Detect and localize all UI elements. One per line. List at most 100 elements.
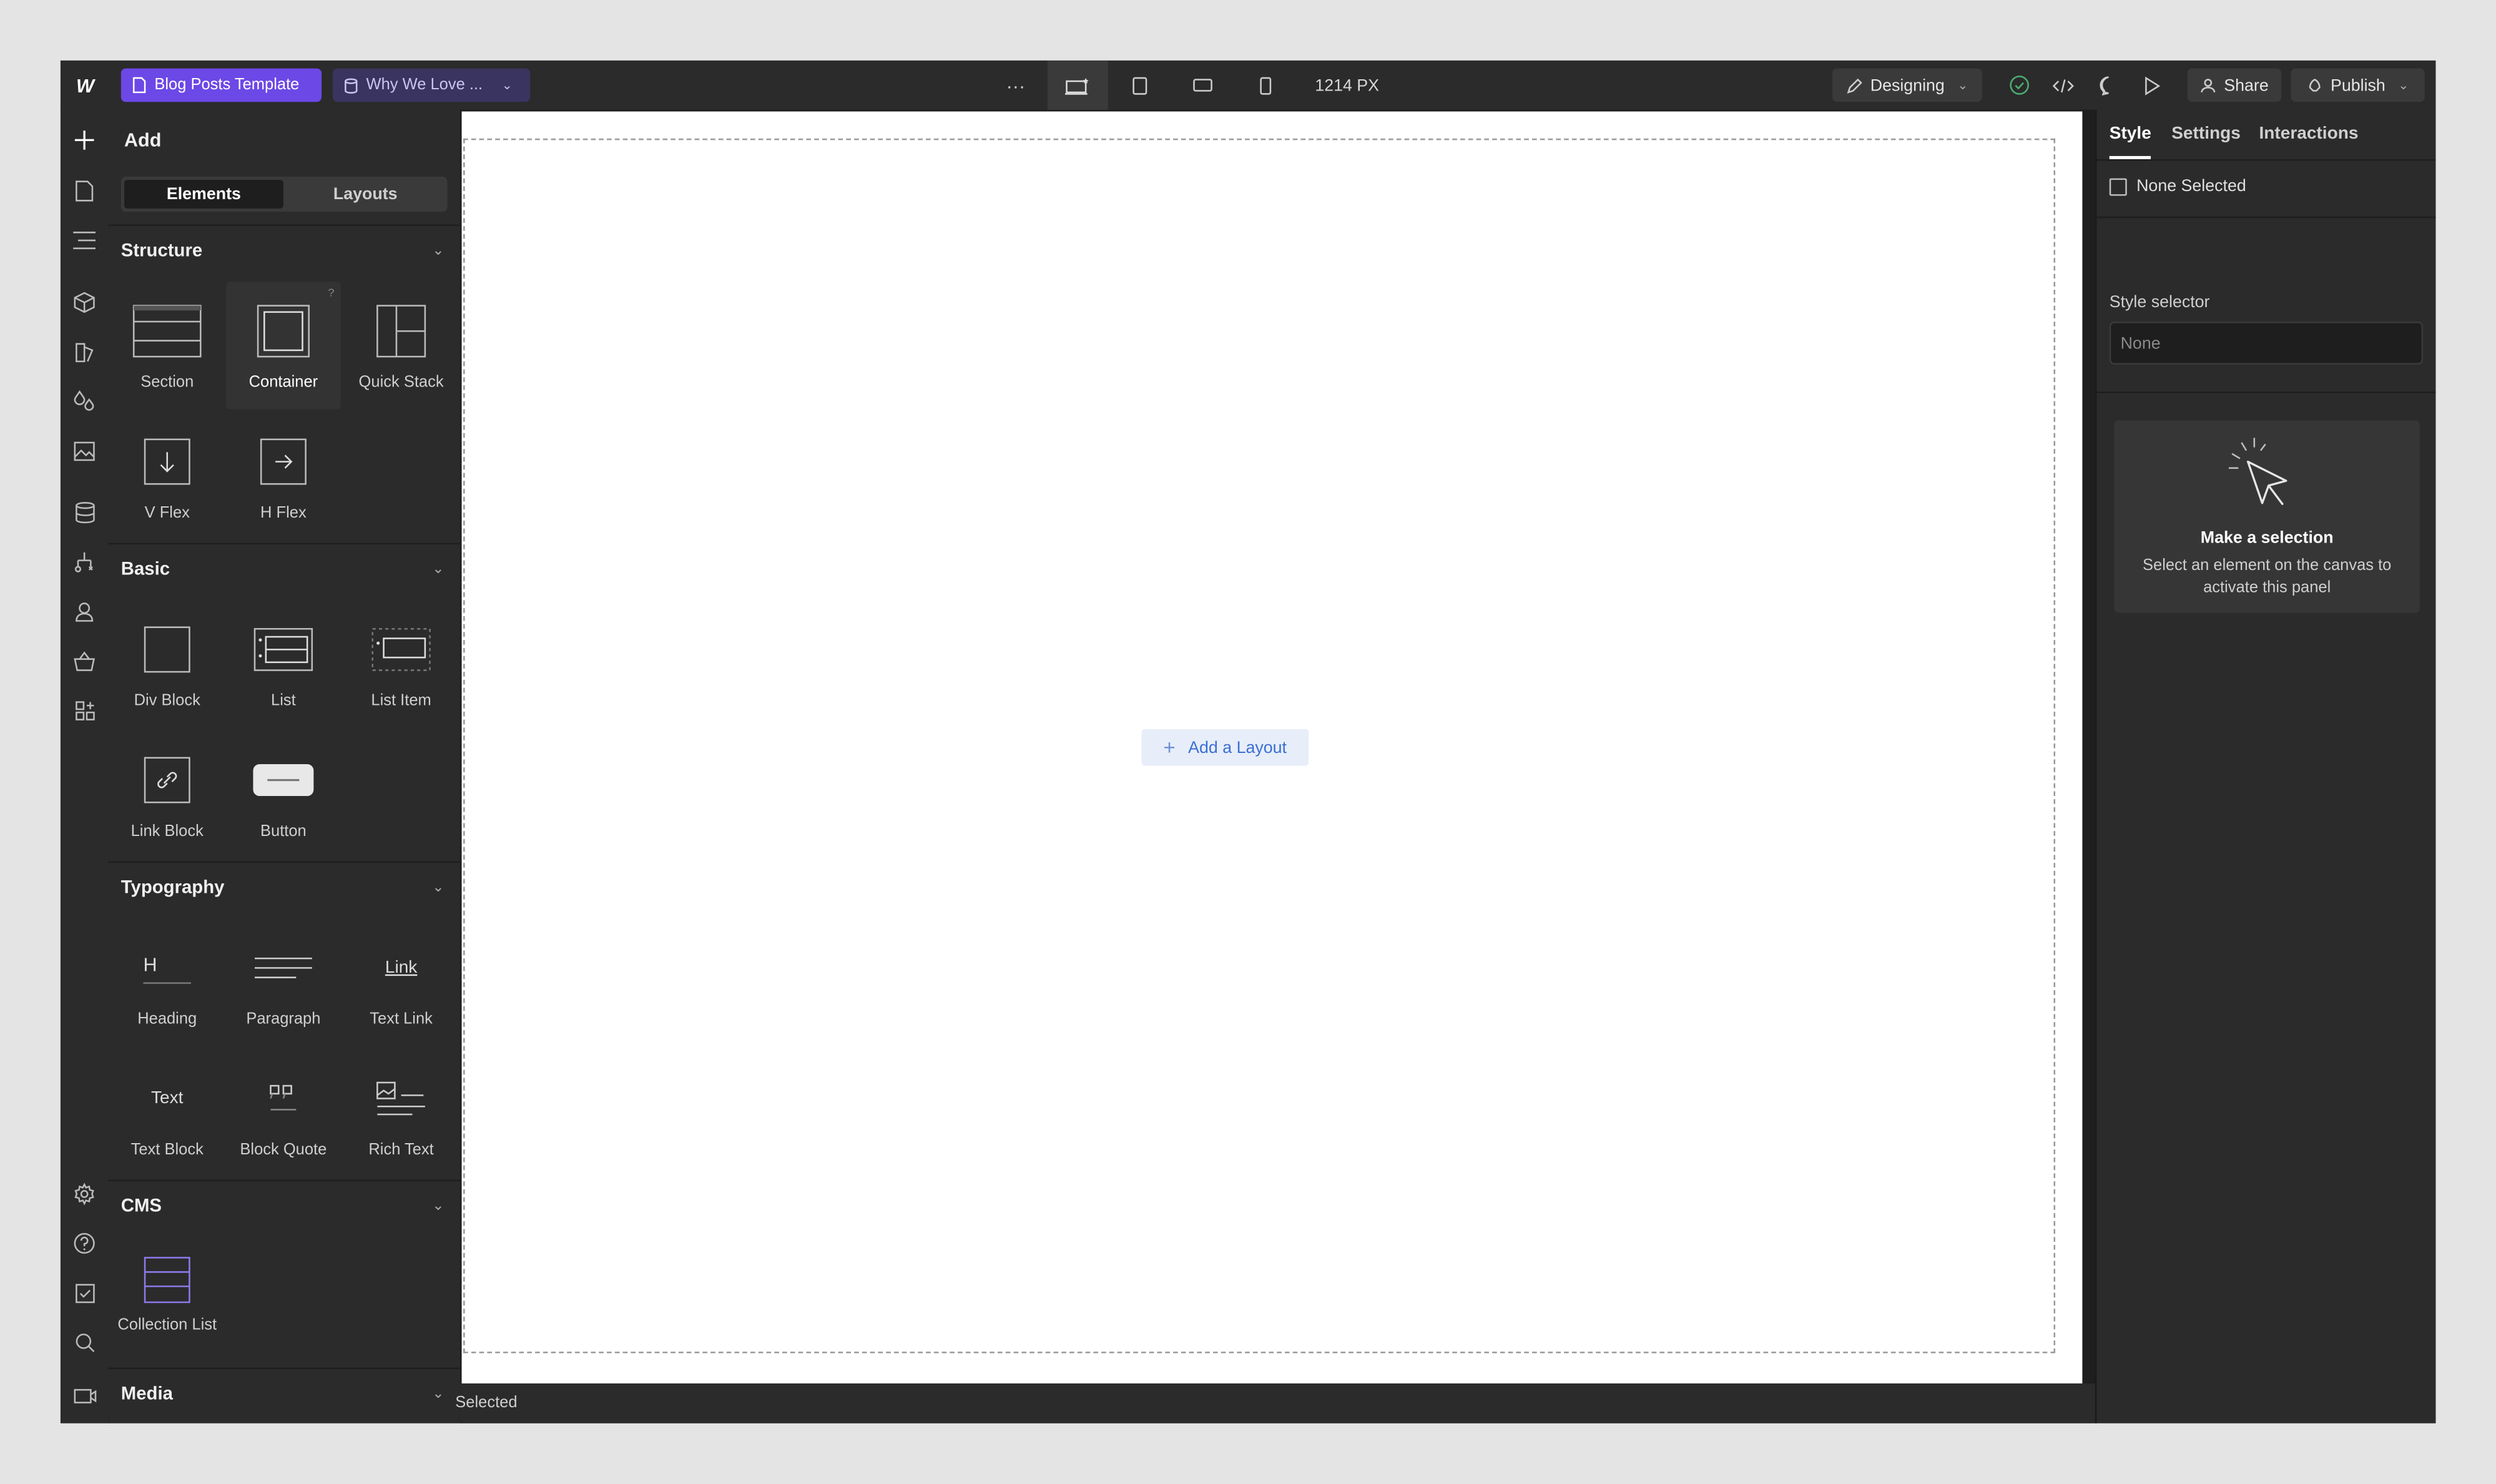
share-button[interactable]: Share xyxy=(2187,68,2282,102)
element-section[interactable]: Section xyxy=(110,282,225,409)
more-options-button[interactable]: ··· xyxy=(990,61,1041,110)
mobile-portrait-button[interactable] xyxy=(1240,61,1291,110)
tasks-button[interactable] xyxy=(61,1274,108,1312)
element-text-block[interactable]: Text Text Block xyxy=(110,1049,225,1176)
add-elements-button[interactable] xyxy=(61,121,108,159)
tab-settings[interactable]: Settings xyxy=(2171,124,2241,144)
element-block-quote[interactable]: Block Quote xyxy=(226,1049,341,1176)
video-tutorials-button[interactable] xyxy=(61,1375,108,1413)
audit-status-button[interactable] xyxy=(1993,61,2045,110)
cms-section-header[interactable]: CMS ⌄ xyxy=(108,1179,460,1236)
logic-button[interactable] xyxy=(61,543,108,581)
page-selector-label: Blog Posts Template xyxy=(154,76,300,94)
tab-layouts[interactable]: Layouts xyxy=(287,180,444,209)
section-icon xyxy=(132,305,202,358)
variables-button[interactable] xyxy=(61,382,108,420)
checkbox-icon xyxy=(74,1283,94,1302)
code-icon xyxy=(2052,78,2074,92)
section-title: Structure xyxy=(120,242,203,262)
make-selection-description: Select an element on the canvas to activ… xyxy=(2143,557,2392,597)
help-button[interactable] xyxy=(61,1224,108,1262)
search-button[interactable] xyxy=(61,1323,108,1361)
preview-button[interactable] xyxy=(2127,61,2178,110)
assets-button[interactable] xyxy=(61,431,108,469)
chevron-down-icon: ⌄ xyxy=(432,1197,445,1214)
navigator-icon xyxy=(73,232,96,250)
add-elements-panel: Add Elements Layouts Structure ⌄ Section… xyxy=(108,109,462,1423)
code-view-button[interactable] xyxy=(2038,61,2089,110)
users-button[interactable] xyxy=(61,592,108,631)
section-title: CMS xyxy=(120,1197,162,1217)
chevron-down-icon: ⌄ xyxy=(2398,77,2409,92)
element-text-link[interactable]: Link Text Link xyxy=(344,918,459,1046)
divider xyxy=(2096,216,2436,219)
element-button[interactable]: Button xyxy=(226,730,341,858)
image-icon xyxy=(74,441,95,461)
structure-section-header[interactable]: Structure ⌄ xyxy=(108,224,460,280)
tab-style[interactable]: Style xyxy=(2109,124,2152,160)
none-selected-row[interactable]: None Selected xyxy=(2109,177,2246,196)
right-panel-tabs: Style Settings Interactions xyxy=(2096,110,2436,161)
element-v-flex[interactable]: V Flex xyxy=(110,412,225,539)
page-selector-button[interactable]: Blog Posts Template xyxy=(120,68,322,102)
element-list[interactable]: List xyxy=(226,600,341,727)
basic-section-header[interactable]: Basic ⌄ xyxy=(108,543,460,599)
rocket-icon xyxy=(2309,77,2321,91)
left-tool-rail xyxy=(60,109,110,1423)
designer-mode-dropdown[interactable]: Designing ⌄ xyxy=(1832,68,1982,102)
style-selector-input[interactable]: None xyxy=(2109,322,2424,365)
settings-button[interactable] xyxy=(61,1175,108,1213)
element-container[interactable]: ? Container xyxy=(226,282,341,410)
section-title: Typography xyxy=(120,878,225,898)
comments-button[interactable] xyxy=(2082,61,2133,110)
desktop-breakpoint-button[interactable] xyxy=(1047,60,1108,110)
video-icon xyxy=(73,1388,96,1403)
chevron-down-icon: ⌄ xyxy=(432,560,445,577)
cursor-click-icon xyxy=(2228,438,2287,506)
make-selection-card: Make a selection Select an element on th… xyxy=(2114,420,2420,613)
element-div-block[interactable]: Div Block xyxy=(110,600,225,727)
media-section-header[interactable]: Media ⌄ xyxy=(108,1367,460,1423)
collection-item-selector[interactable]: Why We Love ... ⌄ xyxy=(332,68,531,102)
element-paragraph[interactable]: Paragraph xyxy=(226,918,341,1046)
element-collection-list[interactable]: Collection List xyxy=(110,1237,225,1364)
user-icon xyxy=(2201,77,2216,92)
container-icon xyxy=(257,305,310,358)
add-layout-button[interactable]: + Add a Layout xyxy=(1141,729,1309,766)
brush-icon xyxy=(1847,77,1862,93)
pages-button[interactable] xyxy=(61,172,108,210)
ecommerce-button[interactable] xyxy=(61,642,108,680)
text-link-glyph: Link xyxy=(385,958,418,978)
styles-button[interactable] xyxy=(61,333,108,371)
cube-icon xyxy=(74,292,95,313)
components-button[interactable] xyxy=(61,283,108,322)
publish-button[interactable]: Publish ⌄ xyxy=(2291,68,2425,102)
checkbox-icon[interactable] xyxy=(2109,177,2127,195)
element-heading[interactable]: H Heading xyxy=(110,918,225,1046)
element-quick-stack[interactable]: Quick Stack xyxy=(344,282,459,409)
style-selector-placeholder: None xyxy=(2120,333,2161,353)
mobile-portrait-icon xyxy=(1260,76,1272,94)
cms-button[interactable] xyxy=(61,494,108,532)
element-list-item[interactable]: List Item xyxy=(344,600,459,727)
help-circle-icon xyxy=(74,1232,95,1254)
button-icon xyxy=(253,764,314,796)
tab-interactions[interactable]: Interactions xyxy=(2259,124,2358,144)
apps-button[interactable] xyxy=(61,691,108,729)
typography-section-header[interactable]: Typography ⌄ xyxy=(108,861,460,917)
user-icon xyxy=(76,601,94,621)
mobile-landscape-button[interactable] xyxy=(1176,61,1227,110)
element-link-block[interactable]: Link Block xyxy=(110,730,225,858)
element-rich-text[interactable]: Rich Text xyxy=(344,1049,459,1176)
tablet-breakpoint-button[interactable] xyxy=(1114,61,1166,110)
webflow-logo-icon[interactable]: W xyxy=(61,61,108,110)
canvas-width-readout[interactable]: 1214 PX xyxy=(1315,61,1379,110)
page-icon xyxy=(76,180,94,202)
tab-elements[interactable]: Elements xyxy=(124,180,283,209)
style-guide-icon xyxy=(76,343,94,363)
element-h-flex[interactable]: H Flex xyxy=(226,412,341,539)
navigator-button[interactable] xyxy=(61,221,108,259)
style-selector-label: Style selector xyxy=(2109,293,2210,312)
canvas-page[interactable]: + Add a Layout xyxy=(461,111,2083,1383)
style-panel: Style Settings Interactions None Selecte… xyxy=(2095,109,2436,1423)
